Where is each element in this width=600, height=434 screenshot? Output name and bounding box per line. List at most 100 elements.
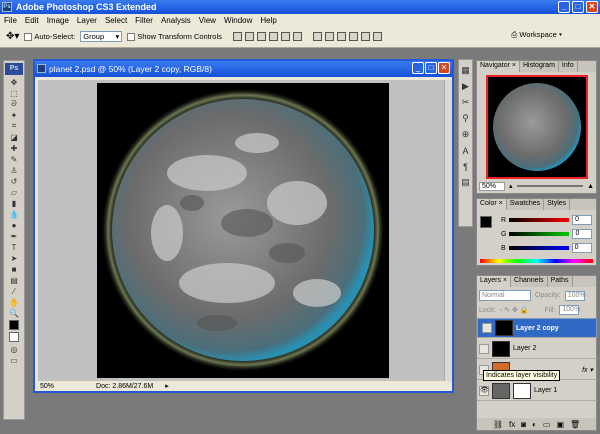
tab-navigator[interactable]: Navigator × [477,61,520,72]
history-panel-icon[interactable]: ▦ [460,65,471,76]
layer-row-layer-2[interactable]: Layer 2 [477,339,597,359]
move-tool-icon[interactable]: ✥▾ [6,31,19,42]
quick-mask-icon[interactable]: ◎ [5,344,23,354]
visibility-toggle[interactable]: 👁 [479,385,489,396]
close-button[interactable]: ✕ [586,1,598,13]
auto-select-checkbox[interactable]: Auto-Select: [24,32,75,41]
minimize-button[interactable]: _ [558,1,570,13]
doc-minimize-button[interactable]: _ [412,62,424,74]
brushes-panel-icon[interactable]: ⚲ [460,113,471,124]
menu-layer[interactable]: Layer [77,16,97,25]
maximize-button[interactable]: □ [572,1,584,13]
align-right-icon[interactable] [292,32,302,41]
visibility-toggle[interactable] [479,343,489,354]
navigator-preview[interactable] [486,75,588,179]
red-value[interactable]: 0 [572,215,593,225]
zoom-level[interactable]: 50% [40,383,54,390]
green-slider[interactable] [509,232,570,236]
tab-histogram[interactable]: Histogram [520,61,559,72]
vertical-scrollbar[interactable] [444,80,452,382]
zoom-slider[interactable] [516,185,584,187]
color-fg-swatch[interactable] [480,216,492,228]
align-bottom-icon[interactable] [256,32,266,41]
blue-value[interactable]: 0 [571,243,592,253]
blend-mode-dropdown[interactable]: Normal [479,290,531,301]
slice-tool-icon[interactable]: ◪ [5,132,23,142]
gradient-tool-icon[interactable]: ▮ [5,198,23,208]
eyedropper-tool-icon[interactable]: ⁄ [5,286,23,296]
history-brush-tool-icon[interactable]: ↺ [5,176,23,186]
zoom-in-icon[interactable]: ▲ [587,183,594,190]
background-color-swatch[interactable] [9,332,19,342]
menu-filter[interactable]: Filter [135,16,153,25]
doc-close-button[interactable]: ✕ [438,62,450,74]
align-vcenter-icon[interactable] [244,32,254,41]
distribute-left-icon[interactable] [348,32,358,41]
opacity-value[interactable]: 100% [564,290,586,301]
dodge-tool-icon[interactable]: ● [5,220,23,230]
new-group-icon[interactable]: ▭ [543,420,551,429]
green-value[interactable]: 0 [572,229,593,239]
fill-value[interactable]: 100% [559,305,580,315]
menu-image[interactable]: Image [47,16,69,25]
distribute-top-icon[interactable] [312,32,322,41]
new-layer-icon[interactable]: ▣ [556,420,564,429]
menu-window[interactable]: Window [224,16,252,25]
visibility-toggle[interactable] [482,323,492,333]
menu-help[interactable]: Help [260,16,276,25]
delete-layer-icon[interactable]: 🗑 [570,420,580,429]
color-ramp[interactable] [480,259,593,263]
blue-slider[interactable] [508,246,569,250]
menu-edit[interactable]: Edit [25,16,39,25]
link-layers-icon[interactable]: ⛓ [493,420,503,429]
align-top-icon[interactable] [232,32,242,41]
zoom-out-icon[interactable]: ▴ [509,182,513,190]
doc-maximize-button[interactable]: □ [425,62,437,74]
tab-swatches[interactable]: Swatches [507,199,545,210]
paragraph-panel-icon[interactable]: ¶ [460,161,471,172]
fx-icon[interactable]: fx ▾ [582,366,593,374]
photoshop-logo[interactable]: Ps [5,63,23,75]
layer-row-layer-1[interactable]: 👁 Layer 1 [477,381,597,401]
clone-stamp-tool-icon[interactable]: ♙ [5,165,23,175]
lasso-tool-icon[interactable]: ᘐ [5,99,23,109]
eraser-tool-icon[interactable]: ▱ [5,187,23,197]
canvas-area[interactable] [38,80,444,382]
document-image[interactable] [97,83,389,378]
tab-paths[interactable]: Paths [548,276,573,287]
actions-panel-icon[interactable]: ▶ [460,81,471,92]
navigator-zoom-value[interactable]: 50% [479,181,505,191]
menu-select[interactable]: Select [105,16,127,25]
zoom-tool-icon[interactable]: 🔍 [5,308,23,318]
tab-info[interactable]: Info [559,61,578,72]
tool-presets-icon[interactable]: ✂ [460,97,471,108]
tab-color[interactable]: Color × [477,199,507,210]
show-transform-checkbox[interactable]: Show Transform Controls [127,32,222,41]
marquee-tool-icon[interactable]: ⬚ [5,88,23,98]
menu-view[interactable]: View [199,16,216,25]
tab-channels[interactable]: Channels [511,276,548,287]
notes-tool-icon[interactable]: ▤ [5,275,23,285]
menu-file[interactable]: File [4,16,17,25]
add-mask-icon[interactable]: ◙ [521,420,526,429]
clone-source-icon[interactable]: ⊕ [460,129,471,140]
layer-row-layer-2-copy[interactable]: Layer 2 copy [477,318,597,338]
red-slider[interactable] [509,218,570,222]
hand-tool-icon[interactable]: ✋ [5,297,23,307]
distribute-hcenter-icon[interactable] [360,32,370,41]
path-selection-tool-icon[interactable]: ➤ [5,253,23,263]
align-hcenter-icon[interactable] [280,32,290,41]
type-tool-icon[interactable]: T [5,242,23,252]
workspace-menu[interactable]: ⎙ Workspace ▾ [511,30,562,40]
character-panel-icon[interactable]: A [460,145,471,156]
shape-tool-icon[interactable]: ■ [5,264,23,274]
distribute-vcenter-icon[interactable] [324,32,334,41]
menu-analysis[interactable]: Analysis [161,16,191,25]
align-left-icon[interactable] [268,32,278,41]
healing-brush-tool-icon[interactable]: ✚ [5,143,23,153]
add-style-icon[interactable]: fx [509,420,515,429]
lock-icons[interactable]: ▫ ✎ ✥ 🔒 [500,306,529,314]
status-arrow-icon[interactable]: ▸ [165,382,169,390]
tab-styles[interactable]: Styles [544,199,571,210]
pen-tool-icon[interactable]: ✒ [5,231,23,241]
